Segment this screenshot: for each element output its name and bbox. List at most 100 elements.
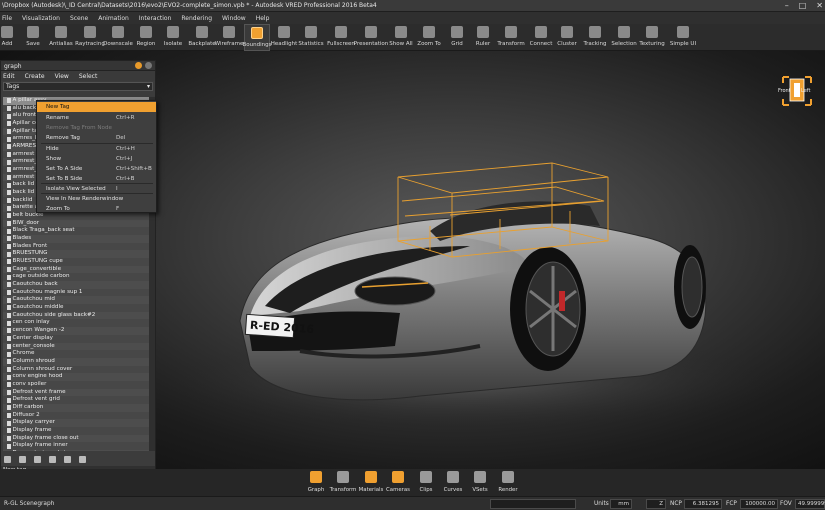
tag-list-item[interactable]: Blades Front (3, 243, 149, 251)
ruler-button[interactable]: Ruler (473, 24, 493, 51)
dock-materials-button[interactable]: Materials (358, 471, 384, 493)
tag-list-item[interactable]: Diff carbon (3, 403, 149, 412)
panel-float-button[interactable] (135, 62, 142, 69)
tag-filter-select[interactable]: Tags ▾ (3, 82, 153, 91)
copy-icon[interactable] (64, 456, 71, 463)
menu-scene[interactable]: Scene (70, 15, 88, 22)
menu-item-view-in-new-renderwindow[interactable]: View In New Renderwindow (37, 194, 156, 204)
tag-list-item[interactable]: Caoutchou back (3, 281, 149, 289)
minimize-button[interactable]: – (785, 1, 789, 10)
backplate-button[interactable]: Backplate (188, 24, 216, 51)
sg-menu-edit[interactable]: Edit (3, 73, 15, 80)
maximize-button[interactable]: □ (799, 1, 807, 10)
texturing-button[interactable]: Texturing (639, 24, 665, 51)
isolate-button[interactable]: Isolate (162, 24, 184, 51)
tag-list-item[interactable]: conv engine hood (3, 373, 149, 381)
tag-list-item[interactable]: Blades (3, 235, 149, 243)
grid-button[interactable]: Grid (447, 24, 467, 51)
menu-item-set-to-b-side[interactable]: Set To B Side Ctrl+B (37, 174, 156, 184)
wireframe-button[interactable]: Wireframe (215, 24, 243, 51)
tag-list-item[interactable]: conv spoiler (3, 381, 149, 389)
tag-list-item[interactable]: Diffusor 2 (3, 412, 149, 420)
new-tag-icon[interactable] (4, 456, 11, 463)
menu-item-rename[interactable]: Rename Ctrl+R (37, 113, 156, 123)
tag-list-item[interactable]: center_console (3, 342, 149, 351)
connect-button[interactable]: Connect (529, 24, 553, 51)
tag-list-item[interactable]: Caoutchou middle (3, 304, 149, 312)
tag-list-item[interactable]: Caoutchou side glass back#2 (3, 311, 149, 320)
dock-graph-button[interactable]: Graph (303, 471, 329, 493)
tag-list-item[interactable]: Cage_convertible (3, 265, 149, 274)
tag-list-item[interactable]: cencon Wangen -2 (3, 327, 149, 335)
tag-list-item[interactable]: Column shroud cover (3, 366, 149, 374)
tag-list-item[interactable]: Door exterior cabrio (3, 449, 149, 451)
show-all-button[interactable]: Show All (389, 24, 413, 51)
menu-window[interactable]: Window (222, 15, 246, 22)
menu-file[interactable]: File (2, 15, 12, 22)
tag-list-item[interactable]: BIW_door (3, 219, 149, 228)
save-button[interactable]: Save (22, 24, 44, 51)
dock-cameras-button[interactable]: Cameras (385, 471, 411, 493)
statistics-button[interactable]: Statistics (298, 24, 324, 51)
tag-list-item[interactable]: cage outside carbon (3, 273, 149, 281)
menu-item-new-tag[interactable]: New Tag (37, 102, 156, 112)
tag-list-item[interactable]: Display frame (3, 427, 149, 435)
region-button[interactable]: Region (134, 24, 158, 51)
navigation-cube[interactable]: Front Left (777, 73, 817, 109)
simple-ui-button[interactable]: Simple UI (670, 24, 696, 51)
units-select[interactable]: mm (610, 499, 632, 509)
menu-item-set-to-a-side[interactable]: Set To A Side Ctrl+Shift+B (37, 164, 156, 174)
menu-item-isolate-view-selected[interactable]: Isolate View Selected I (37, 184, 156, 194)
raytracing-button[interactable]: Raytracing (75, 24, 105, 51)
dock-clips-button[interactable]: Clips (413, 471, 439, 493)
delete-icon[interactable] (79, 456, 86, 463)
tag-list-item[interactable]: Display frame inner (3, 442, 149, 450)
menu-interaction[interactable]: Interaction (139, 15, 172, 22)
close-button[interactable]: ✕ (816, 1, 823, 10)
tag-list-item[interactable]: Chrome (3, 350, 149, 358)
sg-menu-create[interactable]: Create (25, 73, 45, 80)
tag-list-item[interactable]: Caoutchou magnie sup 1 (3, 289, 149, 297)
fullscreen-button[interactable]: Fullscreen (327, 24, 355, 51)
tag-list-item[interactable]: BRUESTUNG (3, 250, 149, 259)
cluster-button[interactable]: Cluster (556, 24, 578, 51)
transform-button[interactable]: Transform (497, 24, 525, 51)
sg-menu-view[interactable]: View (55, 73, 69, 80)
tag-list-item[interactable]: BRUESTUNG cupe (3, 258, 149, 266)
tag-list-item[interactable]: Caoutchou mid (3, 296, 149, 305)
panel-close-button[interactable] (145, 62, 152, 69)
edit-tag-icon[interactable] (19, 456, 26, 463)
presentation-button[interactable]: Presentation (354, 24, 388, 51)
ncp-input[interactable]: 6.381295 (684, 499, 722, 509)
dock-curves-button[interactable]: Curves (440, 471, 466, 493)
zoom-to-button[interactable]: Zoom To (417, 24, 441, 51)
tag-list-item[interactable]: cen con inlay (3, 319, 149, 327)
tag-list-item[interactable]: Defrost vent grid (3, 396, 149, 404)
ungroup-icon[interactable] (49, 456, 56, 463)
downscale-button[interactable]: Downscale (103, 24, 133, 51)
tag-list-item[interactable]: Column shroud (3, 357, 149, 366)
add-button[interactable]: Add (0, 24, 18, 51)
tag-list-item[interactable]: Display frame close out (3, 434, 149, 443)
group-icon[interactable] (34, 456, 41, 463)
tag-list-item[interactable]: Center display (3, 335, 149, 343)
menu-animation[interactable]: Animation (98, 15, 129, 22)
menu-visualization[interactable]: Visualization (22, 15, 60, 22)
fov-input[interactable]: 49.999999 (795, 499, 825, 509)
up-axis-select[interactable]: Z (646, 499, 666, 509)
menu-item-hide[interactable]: Hide Ctrl+H (37, 144, 156, 154)
menu-item-show[interactable]: Show Ctrl+J (37, 154, 156, 164)
sg-menu-select[interactable]: Select (79, 73, 98, 80)
menu-help[interactable]: Help (256, 15, 270, 22)
dock-render-button[interactable]: Render (495, 471, 521, 493)
menu-rendering[interactable]: Rendering (181, 15, 212, 22)
boundings-button[interactable]: Boundings (243, 24, 272, 51)
dock-vsets-button[interactable]: VSets (467, 471, 493, 493)
tag-list-item[interactable]: Defrost vent frame (3, 388, 149, 397)
fcp-input[interactable]: 100000.00 (740, 499, 778, 509)
tag-list-item[interactable]: Black Traga_back seat (3, 227, 149, 235)
menu-item-zoom-to[interactable]: Zoom To F (37, 204, 156, 214)
selection-button[interactable]: Selection (611, 24, 637, 51)
menu-item-remove-tag[interactable]: Remove Tag Del (37, 133, 156, 143)
dock-transform-button[interactable]: Transform (330, 471, 356, 493)
